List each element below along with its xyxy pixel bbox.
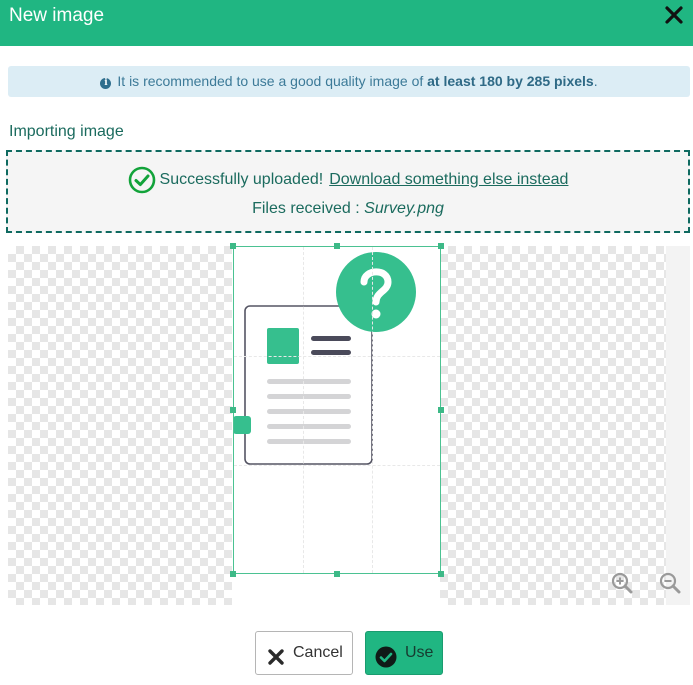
- crop-handle-top[interactable]: [334, 243, 340, 249]
- zoom-out-icon[interactable]: [659, 572, 681, 594]
- cancel-button-label: Cancel: [293, 644, 343, 661]
- check-circle-icon: [128, 166, 156, 194]
- files-received-label: Files received :: [252, 200, 365, 217]
- dialog-title: New image: [9, 5, 105, 26]
- download-else-link[interactable]: Download something else instead: [329, 171, 568, 188]
- crop-handle-bottom[interactable]: [334, 571, 340, 577]
- files-received: Files received : Survey.png: [8, 199, 688, 219]
- crop-selection[interactable]: [233, 246, 441, 574]
- crop-handle-bottom-right[interactable]: [438, 571, 444, 577]
- upload-status-row: Successfully uploaded! Download something…: [8, 166, 688, 194]
- check-circle-icon: [375, 643, 397, 668]
- crop-handle-left[interactable]: [230, 407, 236, 413]
- crop-handle-right[interactable]: [438, 407, 444, 413]
- info-banner: i It is recommended to use a good quality…: [8, 66, 690, 97]
- upload-success-text: Successfully uploaded!: [159, 171, 324, 188]
- info-text-suffix: .: [593, 73, 598, 89]
- dialog-header: New image: [0, 0, 693, 46]
- crop-handle-bottom-left[interactable]: [230, 571, 236, 577]
- cancel-button[interactable]: Cancel: [255, 631, 353, 675]
- zoom-in-icon[interactable]: [611, 572, 633, 594]
- upload-dropzone[interactable]: Successfully uploaded! Download something…: [6, 150, 690, 233]
- info-text-bold: at least 180 by 285 pixels: [427, 73, 594, 89]
- use-button[interactable]: Use: [365, 631, 443, 675]
- crop-grid-line: [234, 356, 440, 357]
- close-icon[interactable]: [664, 5, 684, 25]
- close-icon: [265, 643, 287, 665]
- crop-grid-line: [372, 247, 373, 573]
- importing-label: Importing image: [9, 123, 124, 140]
- crop-grid-line: [303, 247, 304, 573]
- info-icon: i: [100, 78, 112, 89]
- crop-handle-top-left[interactable]: [230, 243, 236, 249]
- crop-handle-top-right[interactable]: [438, 243, 444, 249]
- use-button-label: Use: [405, 644, 434, 661]
- info-text: It is recommended to use a good quality …: [117, 73, 424, 89]
- crop-scrollbar[interactable]: [666, 246, 690, 605]
- file-name: Survey.png: [364, 200, 444, 217]
- crop-grid-line: [234, 465, 440, 466]
